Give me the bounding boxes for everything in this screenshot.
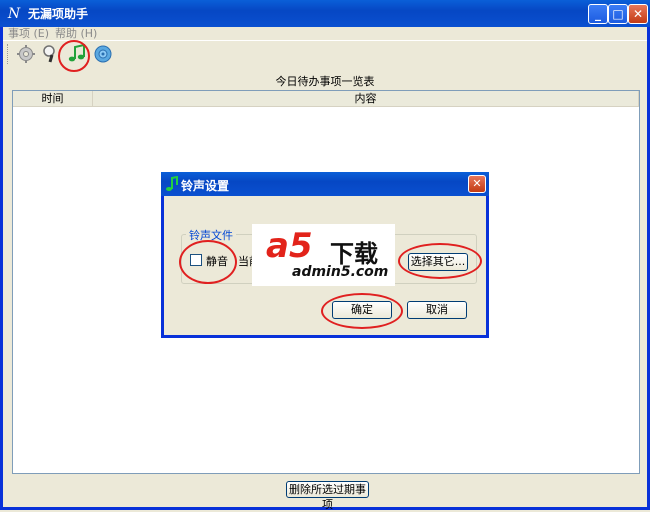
settings-gear-icon[interactable] [16,44,36,64]
a5-watermark-logo: a5 下载 admin5.com [252,224,395,286]
dialog-close-button[interactable]: ✕ [468,175,486,193]
minimize-button[interactable]: _ [588,4,608,24]
watermark-url: admin5.com [292,264,389,280]
toolbar-grip[interactable] [7,44,11,64]
dialog-title: 铃声设置 [181,179,230,193]
watermark-brand: a5 [266,226,313,266]
menu-item-help[interactable]: 帮助 (H) [55,25,97,41]
list-heading: 今日待办事项一览表 [275,75,375,88]
delete-expired-button[interactable]: 删除所选过期事项 [286,481,369,511]
annotation-circle-mute [179,240,237,284]
column-header-time[interactable]: 时间 [13,91,93,107]
window-title: 无漏项助手 [28,7,89,21]
menu-item-tasks[interactable]: 事项 (E) [8,25,49,41]
toolbar [3,40,647,69]
globe-icon[interactable] [93,44,113,64]
maximize-button[interactable]: □ [608,4,628,24]
annotation-circle-ok [321,293,403,329]
column-header-content[interactable]: 内容 [93,91,639,107]
music-note-icon [165,175,179,192]
close-button[interactable]: ✕ [628,4,648,24]
title-bar[interactable]: N 无漏项助手 _ □ ✕ [0,0,650,27]
menu-bar: 事项 (E) 帮助 (H) [3,24,647,40]
annotation-circle-choose-other [398,243,482,279]
cancel-button[interactable]: 取消 [407,301,467,319]
annotation-circle-music-icon [58,40,90,72]
app-logo-icon: N [7,6,21,22]
dialog-title-bar[interactable]: 铃声设置 ✕ [161,172,489,196]
